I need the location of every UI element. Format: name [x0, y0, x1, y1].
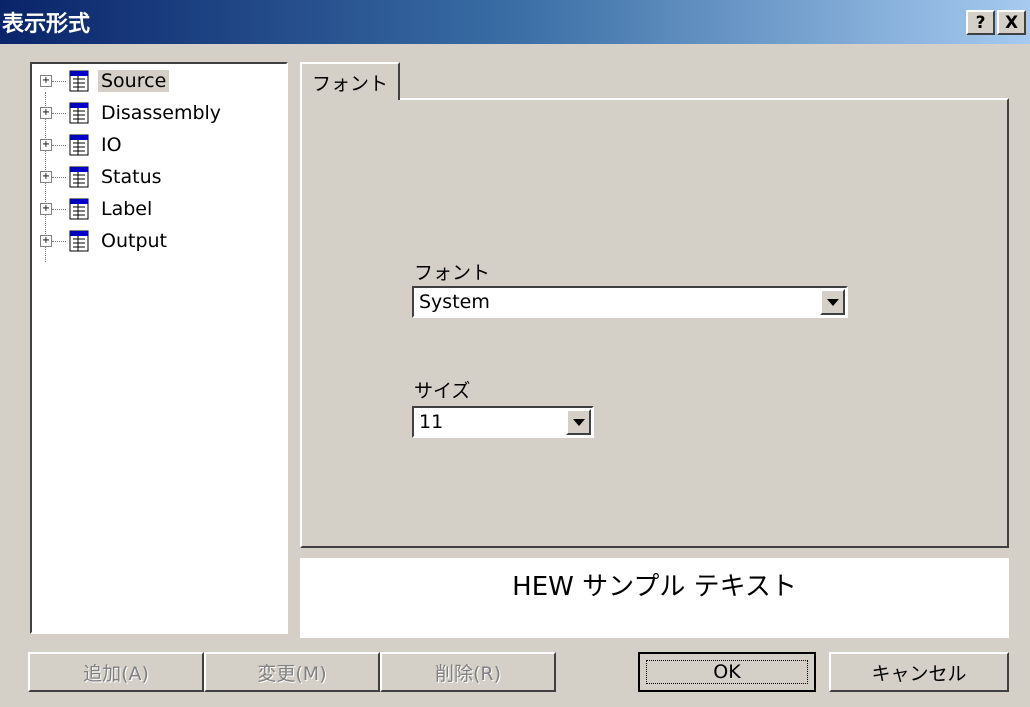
title-bar: 表示形式 ? X [0, 0, 1030, 44]
size-label: サイズ [414, 380, 471, 402]
window-node-icon [69, 198, 89, 220]
change-button-label: 変更(M) [257, 662, 327, 685]
size-dropdown-button[interactable] [566, 409, 591, 435]
size-select-value: 11 [419, 411, 444, 433]
close-icon: X [1004, 12, 1019, 33]
font-select[interactable]: System [412, 286, 848, 318]
tree-item-label: IO [101, 134, 122, 156]
chevron-down-icon [826, 298, 839, 306]
font-tab-panel: フォント System サイズ 11 [300, 98, 1009, 548]
chevron-down-icon [572, 418, 585, 426]
change-button[interactable]: 変更(M) [204, 652, 380, 692]
size-select[interactable]: 11 [412, 406, 594, 438]
font-sample-preview: HEW サンプル テキスト [300, 558, 1009, 638]
window-node-icon [69, 102, 89, 124]
sample-text: HEW サンプル テキスト [512, 572, 797, 602]
expand-icon[interactable]: + [40, 171, 52, 183]
cancel-button[interactable]: キャンセル [829, 652, 1009, 692]
delete-button[interactable]: 削除(R) [380, 652, 556, 692]
window-node-icon [69, 70, 89, 92]
window-title: 表示形式 [2, 12, 91, 37]
tree-item-label: Status [101, 166, 162, 188]
window-node-icon [69, 134, 89, 156]
delete-button-label: 削除(R) [434, 662, 502, 685]
help-icon: ? [975, 12, 986, 33]
expand-icon[interactable]: + [40, 235, 52, 247]
font-dropdown-button[interactable] [820, 289, 845, 315]
tab-font-label: フォント [311, 72, 388, 95]
ok-button[interactable]: OK [638, 652, 816, 692]
expand-icon[interactable]: + [40, 139, 52, 151]
close-button[interactable]: X [997, 10, 1026, 35]
font-label: フォント [414, 262, 491, 284]
cancel-button-label: キャンセル [871, 662, 967, 685]
window-node-icon [69, 230, 89, 252]
expand-icon[interactable]: + [40, 75, 52, 87]
add-button-label: 追加(A) [83, 662, 149, 685]
window-node-icon [69, 166, 89, 188]
tree-item-label: Source [98, 70, 170, 92]
tab-font[interactable]: フォント [300, 62, 400, 100]
help-button[interactable]: ? [966, 10, 995, 35]
window-tree[interactable]: + Source + Disassembly + IO + Status + L… [30, 62, 288, 634]
tree-item-label: Label [101, 198, 153, 220]
expand-icon[interactable]: + [40, 203, 52, 215]
tree-item-label: Disassembly [101, 102, 222, 124]
font-select-value: System [419, 291, 490, 313]
add-button[interactable]: 追加(A) [28, 652, 204, 692]
expand-icon[interactable]: + [40, 107, 52, 119]
tree-item-label: Output [101, 230, 167, 252]
